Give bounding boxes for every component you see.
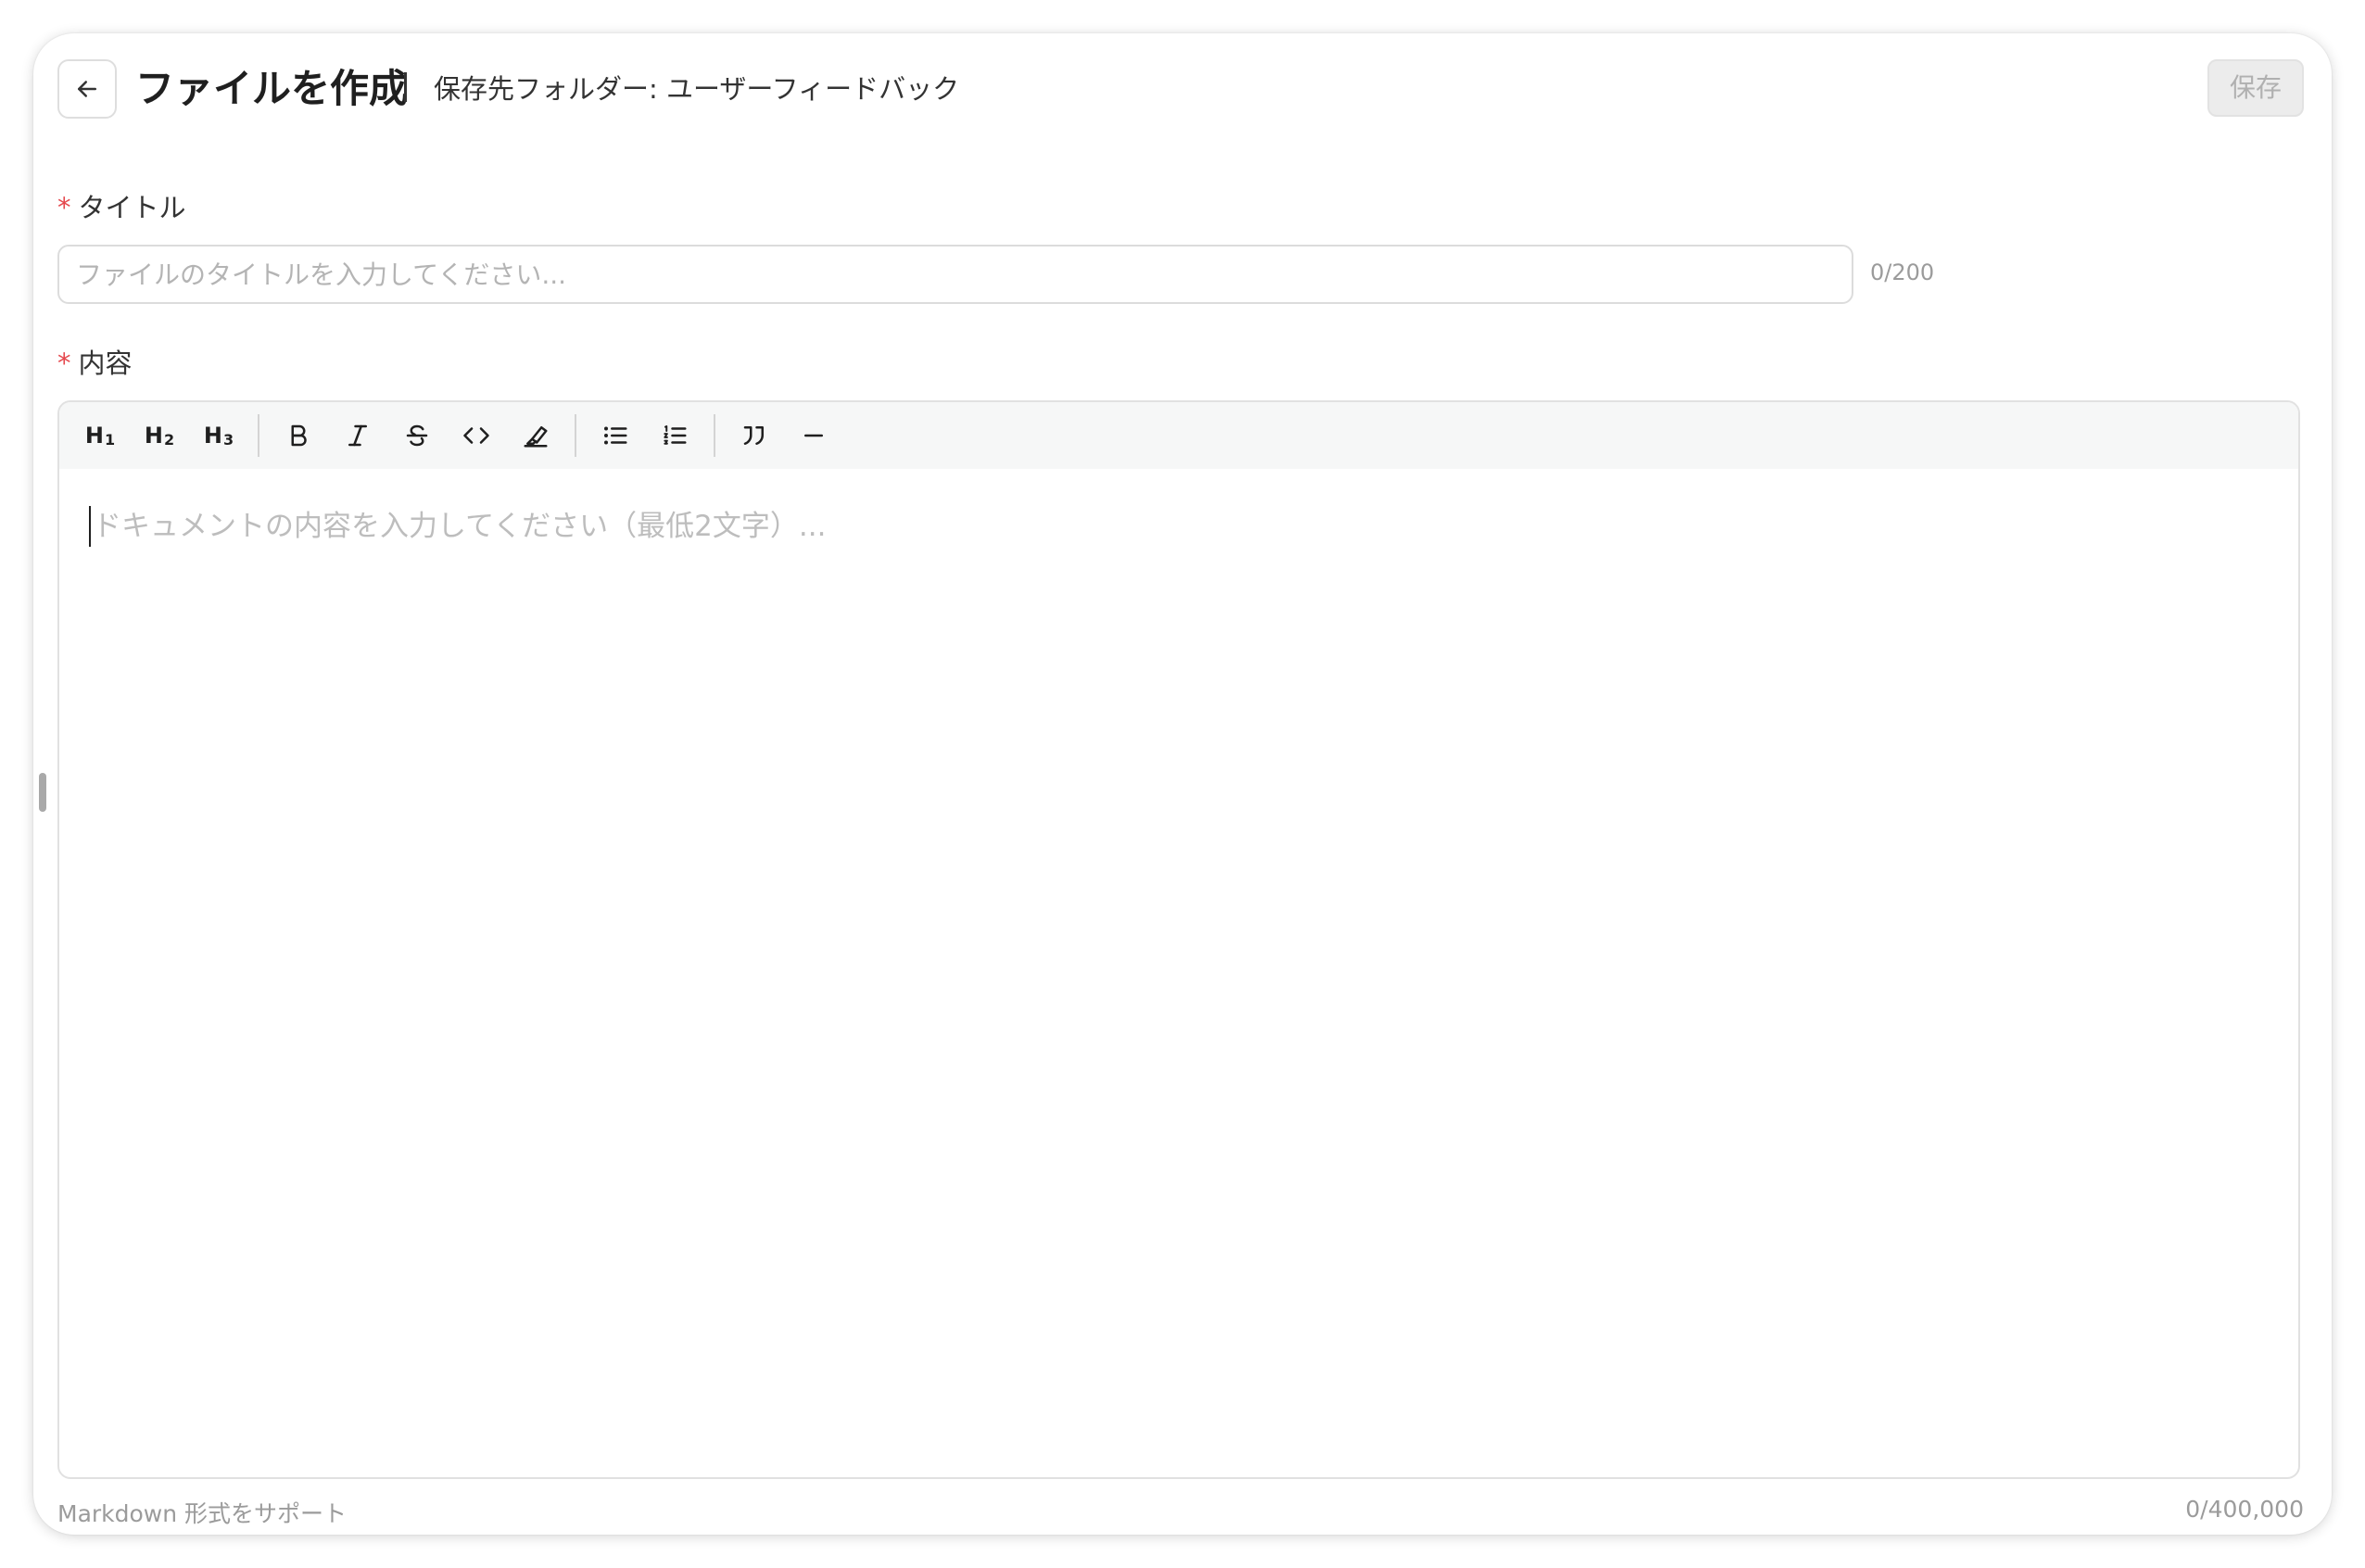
markdown-editor: H1 H2 H3 ドキュメントの内容を入力してください（最低2文字）... <box>57 400 2300 1479</box>
horizontal-rule-icon <box>804 434 823 437</box>
folder-label: 保存先フォルダー: ユーザーフィードバック <box>434 73 960 105</box>
blockquote-icon <box>743 426 764 445</box>
title-divider <box>404 72 407 102</box>
back-button[interactable] <box>57 59 117 119</box>
title-field-label: * タイトル <box>57 189 186 226</box>
highlight-button[interactable] <box>510 410 562 462</box>
toolbar-divider <box>575 414 576 457</box>
editor-content-area[interactable] <box>59 469 2298 1477</box>
heading-3-button[interactable]: H3 <box>193 410 245 462</box>
save-button[interactable]: 保存 <box>2207 59 2304 117</box>
arrow-left-icon <box>78 81 96 97</box>
content-placeholder: ドキュメントの内容を入力してください（最低2文字）... <box>93 510 827 543</box>
heading-3-icon: H3 <box>203 423 234 449</box>
title-input[interactable] <box>57 245 1853 304</box>
title-label-text: タイトル <box>78 192 186 223</box>
heading-1-button[interactable]: H1 <box>74 410 126 462</box>
highlight-icon <box>524 426 548 448</box>
horizontal-rule-button[interactable] <box>788 410 840 462</box>
bold-icon <box>291 424 307 447</box>
required-mark: * <box>57 348 71 379</box>
content-char-counter: 0/400,000 <box>2185 1496 2304 1523</box>
heading-1-icon: H1 <box>84 423 116 449</box>
bold-button[interactable] <box>272 410 324 462</box>
ordered-list-icon <box>664 425 687 445</box>
ordered-list-button[interactable] <box>649 410 701 462</box>
code-button[interactable] <box>450 410 502 462</box>
create-file-panel: ファイルを作成 保存先フォルダー: ユーザーフィードバック 保存 *タイトル 0… <box>33 33 2332 1535</box>
resize-handle[interactable] <box>39 773 46 812</box>
bullet-list-button[interactable] <box>589 410 641 462</box>
strikethrough-icon <box>406 424 428 447</box>
text-cursor <box>89 506 91 547</box>
heading-2-button[interactable]: H2 <box>133 410 185 462</box>
content-field-label: * 内容 <box>57 345 133 382</box>
code-icon <box>463 427 489 444</box>
bullet-list-icon <box>604 426 627 445</box>
strikethrough-button[interactable] <box>391 410 443 462</box>
italic-button[interactable] <box>332 410 384 462</box>
toolbar-divider <box>714 414 715 457</box>
title-char-counter: 0/200 <box>1870 259 1935 285</box>
markdown-support-hint: Markdown 形式をサポート <box>57 1500 348 1527</box>
blockquote-button[interactable] <box>728 410 780 462</box>
toolbar-divider <box>258 414 259 457</box>
content-label-text: 内容 <box>78 348 133 379</box>
italic-icon <box>348 424 367 447</box>
required-mark: * <box>57 192 71 223</box>
heading-2-icon: H2 <box>144 423 175 449</box>
page-title: ファイルを作成 <box>135 66 409 111</box>
editor-toolbar: H1 H2 H3 <box>59 402 2298 469</box>
